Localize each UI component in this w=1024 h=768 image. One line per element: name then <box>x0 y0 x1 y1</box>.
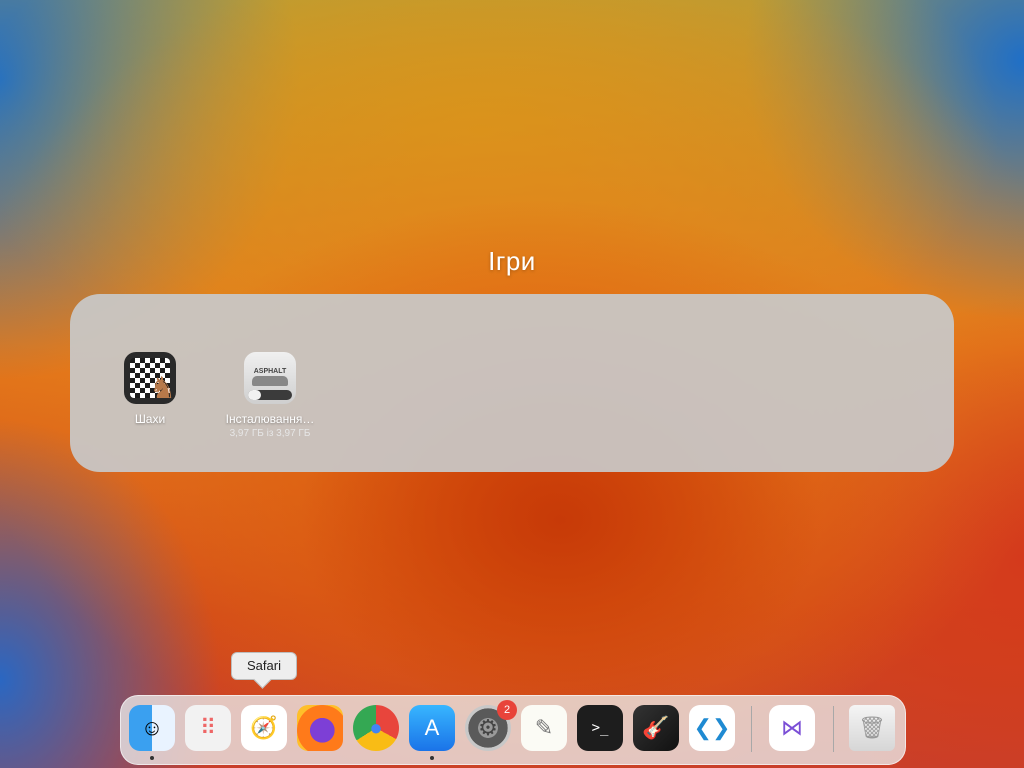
chess-icon: ♞ <box>124 352 176 404</box>
folder-panel: ♞ Шахи ASPHALT Інсталювання… 3,97 ГБ із … <box>70 294 954 472</box>
dock-tooltip: Safari <box>231 652 297 680</box>
dock-firefox[interactable] <box>297 705 343 751</box>
terminal-icon: >_ <box>591 720 609 736</box>
dock-textedit[interactable]: ✎ <box>521 705 567 751</box>
install-progress-fill <box>248 390 262 400</box>
dock-safari[interactable]: 🧭 <box>241 705 287 751</box>
dock-vscode[interactable]: ❮❯ <box>689 705 735 751</box>
safari-icon: 🧭 <box>250 715 278 740</box>
app-chess[interactable]: ♞ Шахи <box>85 352 215 426</box>
visualstudio-icon: ⋈ <box>781 715 803 740</box>
asphalt-icon: ASPHALT <box>244 352 296 404</box>
launchpad-icon: ⠿ <box>199 715 217 740</box>
dock-separator <box>751 706 752 752</box>
dock-separator <box>833 706 834 752</box>
firefox-icon <box>297 705 343 751</box>
dock-terminal[interactable]: >_ <box>577 705 623 751</box>
dock-launchpad[interactable]: ⠿ <box>185 705 231 751</box>
app-label: Інсталювання… <box>225 412 315 426</box>
dock-finder[interactable]: ☺ <box>129 705 175 751</box>
dock-garageband[interactable]: 🎸 <box>633 705 679 751</box>
dock-appstore[interactable]: A <box>409 705 455 751</box>
garageband-icon: 🎸 <box>642 715 670 740</box>
finder-icon: ☺ <box>140 715 164 740</box>
dock: ☺ ⠿ 🧭 ● A ⚙ 2 ✎ >_ 🎸 ❮❯ ⋈ 🗑 <box>120 695 906 765</box>
chrome-icon: ● <box>369 715 383 740</box>
dock-chrome[interactable]: ● <box>353 705 399 751</box>
install-size-status: 3,97 ГБ із 3,97 ГБ <box>229 428 311 439</box>
textedit-icon: ✎ <box>534 715 554 740</box>
appstore-icon: A <box>424 715 440 740</box>
trash-icon: 🗑 <box>858 715 886 740</box>
dock-settings[interactable]: ⚙ 2 <box>465 700 517 751</box>
folder-title: Ігри <box>488 246 536 276</box>
vscode-icon: ❮❯ <box>693 715 731 740</box>
running-indicator <box>430 756 434 760</box>
dock-visualstudio[interactable]: ⋈ <box>769 705 815 751</box>
running-indicator <box>150 756 154 760</box>
install-progress-bar <box>248 390 292 400</box>
app-asphalt-installing[interactable]: ASPHALT Інсталювання… 3,97 ГБ із 3,97 ГБ <box>205 352 335 439</box>
dock-trash[interactable]: 🗑 <box>849 705 895 751</box>
notification-badge: 2 <box>497 700 517 720</box>
app-label: Шахи <box>134 412 166 426</box>
